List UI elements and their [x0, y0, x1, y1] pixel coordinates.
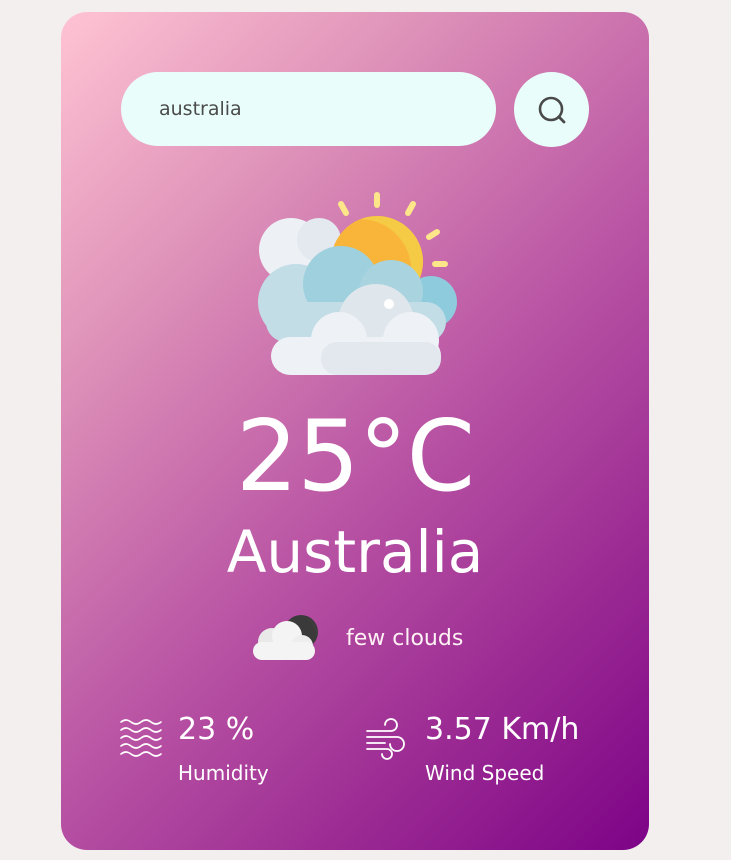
humidity-label: Humidity [178, 761, 269, 785]
search-icon [538, 96, 565, 123]
humidity-value: 23 % [178, 712, 255, 747]
weather-card: 25°C Australia few clouds 23 % Humidity … [61, 12, 649, 850]
temperature: 25°C [235, 400, 475, 514]
wind-speed-label: Wind Speed [425, 761, 545, 785]
cloud-with-moon-icon [253, 615, 318, 660]
humidity-waves-icon [120, 719, 162, 757]
city-name: Australia [226, 518, 484, 586]
wind-speed-value: 3.57 Km/h [425, 712, 580, 747]
search-button[interactable] [514, 72, 589, 147]
sun-behind-clouds-icon [258, 192, 457, 375]
wind-icon [366, 718, 405, 760]
search-input[interactable] [121, 72, 496, 146]
weather-description: few clouds [346, 626, 464, 651]
